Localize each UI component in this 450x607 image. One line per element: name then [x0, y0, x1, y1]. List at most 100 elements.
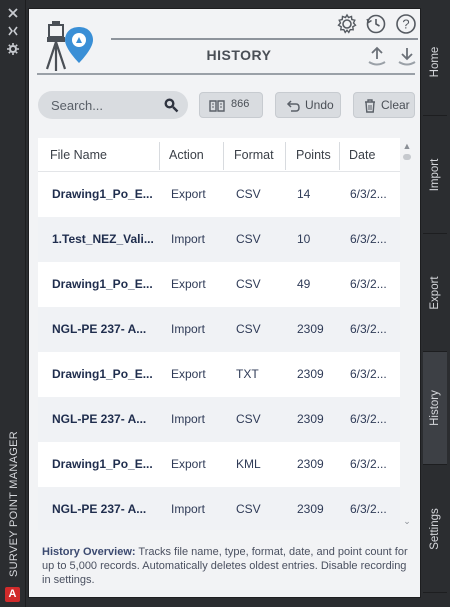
column-header-date[interactable]: Date	[349, 138, 375, 172]
cell-date: 6/3/2...	[350, 412, 387, 426]
column-header-format[interactable]: Format	[234, 138, 274, 172]
cell-format: CSV	[236, 502, 261, 516]
cell-file-name: Drawing1_Po_E...	[52, 367, 153, 381]
tab-export-label: Export	[429, 275, 441, 310]
cell-points: 2309	[297, 457, 324, 471]
app-window: SURVEY POINT MANAGER A ? HISTORY Search.…	[0, 0, 450, 607]
search-input[interactable]	[51, 96, 161, 114]
table-row[interactable]: NGL-PE 237- A... Import CSV 2309 6/3/2..…	[38, 487, 400, 530]
table-row[interactable]: Drawing1_Po_E... Export CSV 14 6/3/2...	[38, 172, 400, 217]
table-row[interactable]: Drawing1_Po_E... Export TXT 2309 6/3/2..…	[38, 352, 400, 397]
scroll-down-icon[interactable]: ⌄	[402, 516, 412, 526]
record-count: 866	[231, 98, 250, 110]
record-count-badge: 866	[199, 92, 263, 118]
cell-date: 6/3/2...	[350, 457, 387, 471]
cell-file-name: NGL-PE 237- A...	[52, 502, 147, 516]
cell-file-name: NGL-PE 237- A...	[52, 412, 147, 426]
cell-action: Import	[171, 502, 206, 516]
cell-file-name: 1.Test_NEZ_Vali...	[52, 232, 154, 246]
cell-date: 6/3/2...	[350, 187, 387, 201]
column-header-file-name[interactable]: File Name	[50, 138, 107, 172]
cell-format: CSV	[236, 412, 261, 426]
cell-points: 14	[297, 187, 311, 201]
history-icon[interactable]	[365, 13, 387, 35]
clear-label: Clear	[381, 98, 410, 112]
column-divider[interactable]	[223, 142, 224, 170]
clear-button[interactable]: Clear	[353, 92, 415, 118]
tab-home[interactable]: Home	[423, 8, 447, 116]
undo-icon	[286, 100, 300, 112]
cell-date: 6/3/2...	[350, 232, 387, 246]
tab-settings-label: Settings	[429, 507, 441, 550]
page-title: HISTORY	[206, 47, 272, 63]
table-header: File Name Action Format Points Date	[38, 138, 400, 172]
side-tab-bar: Home Import Export History Settings	[423, 8, 447, 593]
cell-date: 6/3/2...	[350, 367, 387, 381]
cell-format: CSV	[236, 187, 261, 201]
tab-settings[interactable]: Settings	[423, 465, 447, 593]
cell-points: 2309	[297, 322, 324, 336]
cell-format: TXT	[236, 367, 259, 381]
tab-export[interactable]: Export	[423, 234, 447, 352]
pin-icon[interactable]	[6, 24, 20, 38]
undo-button[interactable]: Undo	[275, 92, 341, 118]
cell-format: CSV	[236, 232, 261, 246]
tab-import-label: Import	[429, 158, 441, 191]
svg-text:?: ?	[402, 17, 409, 32]
panel-header: ? HISTORY	[29, 9, 422, 81]
tab-import[interactable]: Import	[423, 116, 447, 234]
column-divider[interactable]	[339, 142, 340, 170]
survey-logo-icon	[41, 17, 97, 75]
cell-points: 10	[297, 232, 311, 246]
table-row[interactable]: NGL-PE 237- A... Import CSV 2309 6/3/2..…	[38, 307, 400, 352]
column-divider[interactable]	[159, 142, 160, 170]
trash-icon	[365, 99, 375, 113]
table-scrollbar[interactable]: ▲ ⌄	[400, 138, 414, 530]
upload-icon[interactable]	[366, 45, 388, 67]
book-icon	[209, 100, 225, 112]
search-box	[38, 91, 188, 119]
tab-home-label: Home	[429, 46, 441, 77]
cell-action: Import	[171, 322, 206, 336]
table-row[interactable]: Drawing1_Po_E... Export CSV 49 6/3/2...	[38, 262, 400, 307]
cell-format: CSV	[236, 322, 261, 336]
header-divider-bottom	[37, 73, 415, 75]
cell-format: KML	[236, 457, 261, 471]
download-icon[interactable]	[396, 45, 418, 67]
table-row[interactable]: Drawing1_Po_E... Export KML 2309 6/3/2..…	[38, 442, 400, 487]
cell-file-name: NGL-PE 237- A...	[52, 322, 147, 336]
app-title-text: SURVEY POINT MANAGER	[8, 431, 20, 577]
cell-action: Import	[171, 232, 206, 246]
tab-history-label: History	[429, 390, 441, 426]
undo-label: Undo	[305, 98, 334, 112]
cell-date: 6/3/2...	[350, 322, 387, 336]
cell-date: 6/3/2...	[350, 502, 387, 516]
scroll-up-icon[interactable]: ▲	[402, 141, 412, 151]
cell-points: 2309	[297, 502, 324, 516]
table-row[interactable]: 1.Test_NEZ_Vali... Import CSV 10 6/3/2..…	[38, 217, 400, 262]
search-icon[interactable]	[162, 96, 180, 114]
left-strip: SURVEY POINT MANAGER A	[0, 0, 26, 607]
cell-file-name: Drawing1_Po_E...	[52, 187, 153, 201]
gear-icon[interactable]	[6, 42, 20, 56]
cell-action: Export	[171, 187, 206, 201]
cell-action: Export	[171, 457, 206, 471]
column-divider[interactable]	[285, 142, 286, 170]
help-icon[interactable]: ?	[395, 13, 417, 35]
cell-points: 2309	[297, 367, 324, 381]
history-panel: ? HISTORY 866 Undo	[28, 8, 421, 598]
cell-points: 2309	[297, 412, 324, 426]
scroll-thumb[interactable]	[403, 154, 411, 160]
overview-label: History Overview:	[42, 546, 136, 558]
cell-date: 6/3/2...	[350, 277, 387, 291]
app-vertical-title: SURVEY POINT MANAGER	[3, 417, 23, 577]
app-logo: A	[5, 587, 20, 602]
close-icon[interactable]	[6, 6, 20, 20]
history-table: File Name Action Format Points Date Draw…	[38, 138, 400, 530]
column-header-points[interactable]: Points	[296, 138, 331, 172]
gear-icon[interactable]	[336, 13, 358, 35]
table-row[interactable]: NGL-PE 237- A... Import CSV 2309 6/3/2..…	[38, 397, 400, 442]
tab-history[interactable]: History	[423, 352, 447, 465]
cell-action: Import	[171, 412, 206, 426]
column-header-action[interactable]: Action	[169, 138, 204, 172]
